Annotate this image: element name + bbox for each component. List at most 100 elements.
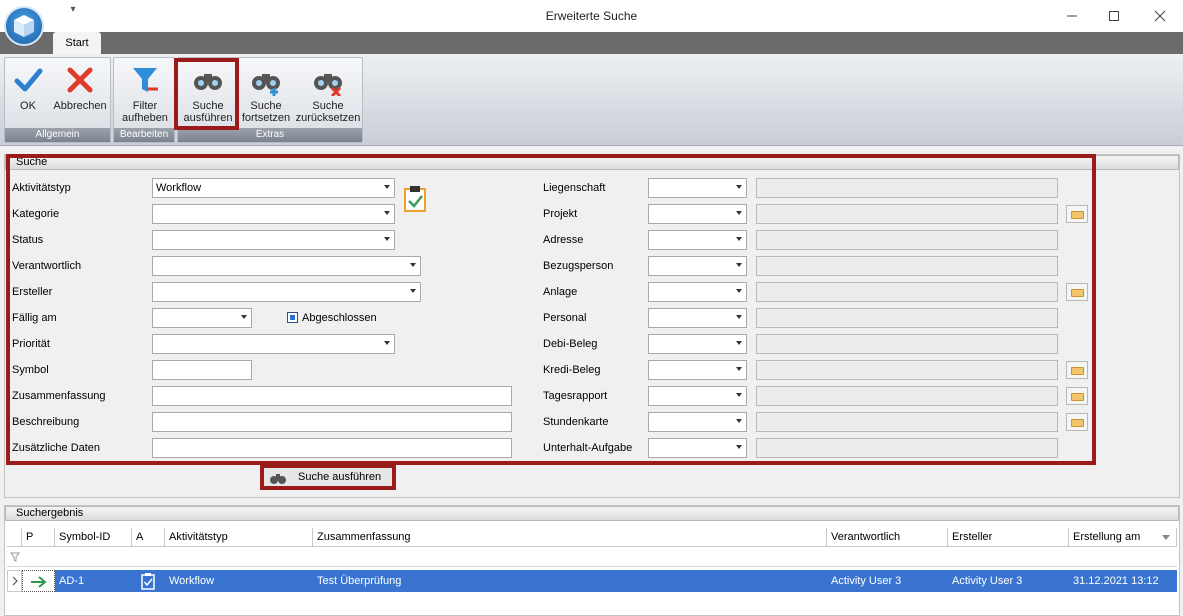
projekt-combo[interactable] (648, 204, 747, 224)
chevron-down-icon (736, 445, 742, 449)
kategorie-combo[interactable] (152, 204, 395, 224)
verantwortlich-combo[interactable] (152, 256, 421, 276)
label-kategorie: Kategorie (12, 208, 60, 220)
col-header-erstellung-am[interactable]: Erstellung am (1069, 528, 1177, 547)
ok-button[interactable]: OK (9, 64, 47, 112)
stundenkarte-combo[interactable] (648, 412, 747, 432)
chevron-down-icon (736, 419, 742, 423)
tab-start[interactable]: Start (53, 32, 101, 54)
tagesrapport-display (756, 386, 1058, 406)
col-header-ersteller[interactable]: Ersteller (948, 528, 1069, 547)
col-header-verantwortlich[interactable]: Verantwortlich (827, 528, 948, 547)
binoculars-plus-icon (250, 64, 282, 96)
liegenschaft-display (756, 178, 1058, 198)
symbol-input[interactable] (152, 360, 252, 380)
cell-symbol-id[interactable]: AD-1 (55, 570, 132, 592)
window-title: Erweiterte Suche (545, 9, 638, 23)
cell-erstellung-am[interactable]: 31.12.2021 13:12 (1069, 570, 1177, 592)
checkmark-icon (12, 64, 44, 96)
close-icon (1154, 10, 1166, 22)
chevron-down-icon (384, 341, 390, 345)
projekt-display (756, 204, 1058, 224)
faellig-date-combo[interactable] (152, 308, 252, 328)
adresse-combo[interactable] (648, 230, 747, 250)
zusaetzliche-daten-input[interactable] (152, 438, 512, 458)
stundenkarte-display (756, 412, 1058, 432)
zusammenfassung-input[interactable] (152, 386, 512, 406)
ersteller-combo[interactable] (152, 282, 421, 302)
kredi-beleg-combo[interactable] (648, 360, 747, 380)
filter-aufheben-button[interactable]: Filter aufheben (116, 64, 174, 124)
anlage-browse-button[interactable] (1066, 283, 1088, 301)
chevron-down-icon (736, 315, 742, 319)
binoculars-icon (270, 474, 286, 484)
cube-icon (14, 15, 34, 37)
label-anlage: Anlage (543, 286, 578, 298)
col-header-a[interactable]: A (132, 528, 165, 547)
minimize-icon (1067, 15, 1077, 17)
minimize-button[interactable] (1049, 0, 1095, 32)
suche-zuruecksetzen-button[interactable]: Suche zurücksetzen (294, 64, 362, 124)
abbrechen-button[interactable]: Abbrechen (51, 64, 109, 112)
maximize-icon (1109, 11, 1119, 21)
cell-ersteller[interactable]: Activity User 3 (948, 570, 1069, 592)
personal-combo[interactable] (648, 308, 747, 328)
label-tagesrapport: Tagesrapport (543, 390, 608, 402)
col-header-aktivitaetstyp[interactable]: Aktivitätstyp (165, 528, 313, 547)
debi-beleg-display (756, 334, 1058, 354)
clipboard-check-icon (141, 573, 155, 590)
stundenkarte-browse-button[interactable] (1066, 413, 1088, 431)
close-button[interactable] (1137, 0, 1183, 32)
kredi-beleg-browse-button[interactable] (1066, 361, 1088, 379)
clipboard-check-icon[interactable] (403, 185, 429, 213)
cell-activity-icon[interactable] (132, 570, 165, 592)
status-combo[interactable] (152, 230, 395, 250)
chevron-down-icon (410, 289, 416, 293)
unterhalt-aufgabe-combo[interactable] (648, 438, 747, 458)
maximize-button[interactable] (1091, 0, 1137, 32)
abgeschlossen-checkbox[interactable] (287, 312, 298, 323)
col-header-p[interactable]: P (22, 528, 55, 547)
cell-zusammenfassung[interactable]: Test Überprüfung (313, 570, 827, 592)
col-header-zusammenfassung[interactable]: Zusammenfassung (313, 528, 827, 547)
beschreibung-input[interactable] (152, 412, 512, 432)
chevron-down-icon (736, 393, 742, 397)
tagesrapport-combo[interactable] (648, 386, 747, 406)
folder-icon (1071, 289, 1084, 297)
sort-descending-icon (1162, 535, 1170, 540)
title-bar: ▾ Erweiterte Suche (0, 0, 1183, 32)
cell-verantwortlich[interactable]: Activity User 3 (827, 570, 948, 592)
folder-icon (1071, 419, 1084, 427)
debi-beleg-combo[interactable] (648, 334, 747, 354)
filter-row[interactable] (7, 547, 1177, 567)
group-bearbeiten: Filter aufheben Bearbeiten (113, 57, 175, 143)
liegenschaft-combo[interactable] (648, 178, 747, 198)
cell-priority[interactable] (22, 570, 55, 592)
prioritaet-combo[interactable] (152, 334, 395, 354)
label-projekt: Projekt (543, 208, 578, 220)
label-faellig: Fällig am (12, 312, 57, 324)
label-unterhalt-aufgabe: Unterhalt-Aufgabe (543, 442, 633, 454)
label-adresse: Adresse (543, 234, 584, 246)
projekt-browse-button[interactable] (1066, 205, 1088, 223)
arrow-right-icon (31, 576, 47, 588)
label-zusammenfassung: Zusammenfassung (12, 390, 106, 402)
app-logo-button[interactable] (4, 6, 44, 46)
label-personal: Personal (543, 312, 587, 324)
tagesrapport-browse-button[interactable] (1066, 387, 1088, 405)
col-header-symbol-id[interactable]: Symbol-ID (55, 528, 132, 547)
anlage-combo[interactable] (648, 282, 747, 302)
label-liegenschaft: Liegenschaft (543, 182, 606, 194)
chevron-down-icon (736, 289, 742, 293)
label-abgeschlossen: Abgeschlossen (302, 312, 377, 324)
filter-remove-icon (129, 64, 161, 96)
cell-aktivitaetstyp[interactable]: Workflow (165, 570, 313, 592)
suche-fortsetzen-button[interactable]: Suche fortsetzen (238, 64, 294, 124)
adresse-display (756, 230, 1058, 250)
chevron-down-icon (736, 367, 742, 371)
suche-ausfuehren-main-button[interactable]: Suche ausführen (260, 464, 396, 490)
label-symbol: Symbol (12, 364, 49, 376)
bezugsperson-combo[interactable] (648, 256, 747, 276)
aktivitaetstyp-combo[interactable]: Workflow (152, 178, 395, 198)
label-stundenkarte: Stundenkarte (543, 416, 609, 428)
